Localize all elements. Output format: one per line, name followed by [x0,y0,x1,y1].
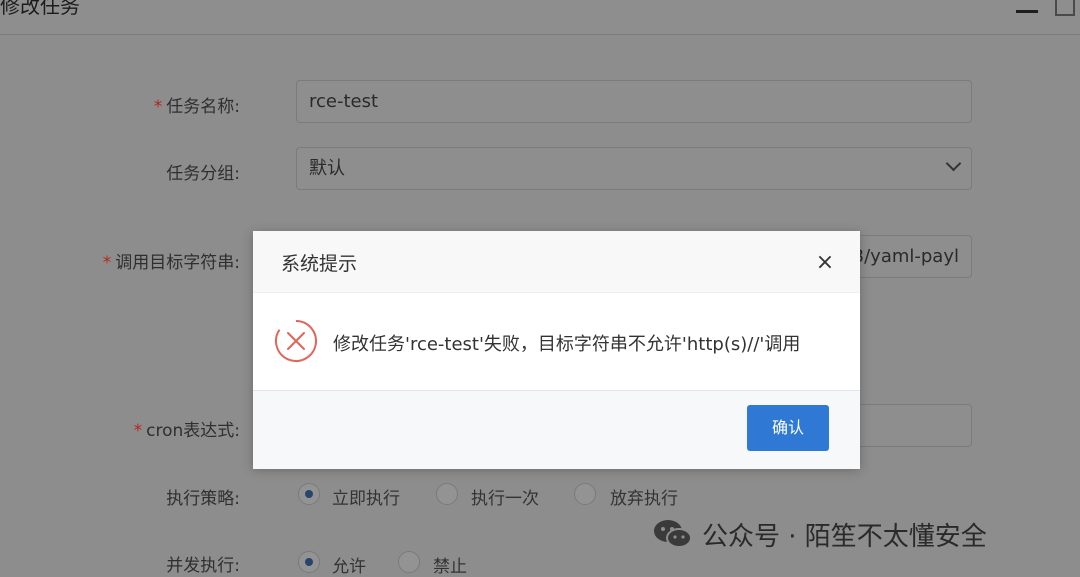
policy-radio-abandon[interactable] [574,483,596,505]
concurrent-label: 并发执行: [166,556,240,576]
concurrent-option-allow[interactable]: 允许 [332,552,366,577]
task-group-label: 任务分组: [166,164,240,184]
wechat-watermark: 公众号 · 陌笙不太懂安全 [652,514,987,554]
policy-option-abandon[interactable]: 放弃执行 [610,484,678,509]
required-mark: * [102,253,112,273]
policy-radio-immediate[interactable] [298,483,320,505]
policy-radio-once[interactable] [436,483,458,505]
invoke-target-label: * 调用目标字符串: [102,253,240,273]
system-alert-dialog: 系统提示 × 修改任务'rce-test'失败，目标字符串不允许'http(s)… [253,231,860,469]
dialog-footer: 确认 [253,390,860,469]
window-titlebar: 修改任务 [0,0,1080,35]
task-group-select[interactable]: 默认 [296,147,972,190]
concurrent-radio-allow[interactable] [298,551,320,573]
concurrent-radio-forbid[interactable] [398,551,420,573]
close-icon[interactable]: × [813,251,837,275]
cron-label: * cron表达式: [133,421,240,441]
task-name-input[interactable]: rce-test [296,80,972,123]
required-mark: * [133,421,143,441]
policy-option-immediate[interactable]: 立即执行 [332,484,400,509]
dialog-title: 系统提示 [281,253,358,275]
confirm-button[interactable]: 确认 [747,405,829,451]
watermark-text: 公众号 · 陌笙不太懂安全 [702,521,987,552]
wechat-icon [654,520,692,548]
task-name-label: * 任务名称: [153,97,240,117]
concurrent-option-forbid[interactable]: 禁止 [433,552,467,577]
dialog-header: 系统提示 × [253,231,860,293]
policy-label: 执行策略: [166,489,240,509]
dialog-message: 修改任务'rce-test'失败，目标字符串不允许'http(s)//'调用 [333,334,801,355]
invoke-target-visible-text: 3/yaml-payl [852,246,959,267]
maximize-icon[interactable] [1055,0,1075,16]
error-circle-icon [275,320,317,362]
required-mark: * [153,97,163,117]
window-title: 修改任务 [0,0,80,18]
minimize-icon[interactable] [1016,4,1038,18]
dialog-body: 修改任务'rce-test'失败，目标字符串不允许'http(s)//'调用 [253,293,860,390]
policy-option-once[interactable]: 执行一次 [471,484,539,509]
